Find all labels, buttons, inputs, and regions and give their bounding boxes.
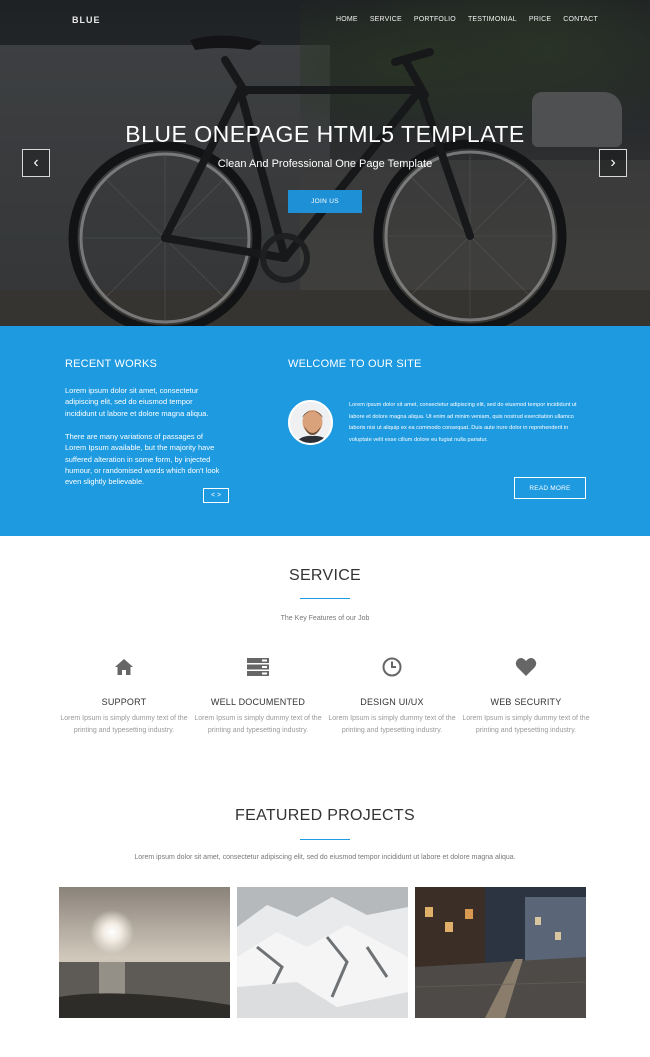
- welcome-text: Lorem ipsum dolor sit amet, consectetur …: [349, 402, 577, 443]
- service-item-documented: WELL DOCUMENTED Lorem Ipsum is simply du…: [193, 656, 323, 736]
- service-title: SERVICE: [288, 567, 362, 584]
- nav-home[interactable]: HOME: [336, 16, 358, 23]
- service-item-text: Lorem Ipsum is simply dummy text of the …: [328, 715, 456, 734]
- read-more-button[interactable]: READ MORE: [514, 477, 586, 499]
- heart-icon: [515, 656, 537, 678]
- service-item-title: SUPPORT: [101, 697, 147, 707]
- project-image-street[interactable]: [415, 887, 586, 1018]
- projects-subtitle: Lorem ipsum dolor sit amet, consectetur …: [134, 854, 516, 861]
- service-subtitle: The Key Features of our Job: [280, 615, 370, 622]
- hero-subtitle: Clean And Professional One Page Template: [217, 158, 433, 170]
- projects-title: FEATURED PROJECTS: [235, 807, 415, 824]
- service-item-title: WEB SECURITY: [490, 697, 562, 707]
- nav-contact[interactable]: CONTACT: [563, 16, 598, 23]
- nav-price[interactable]: PRICE: [529, 16, 551, 23]
- nav-service[interactable]: SERVICE: [370, 16, 402, 23]
- service-item-text: Lorem Ipsum is simply dummy text of the …: [462, 715, 590, 734]
- project-image-mountains[interactable]: [237, 887, 408, 1018]
- server-icon: [247, 656, 269, 678]
- service-item-security: WEB SECURITY Lorem Ipsum is simply dummy…: [461, 656, 591, 736]
- welcome-title: WELCOME TO OUR SITE: [288, 358, 422, 370]
- clock-icon: [381, 656, 403, 678]
- nav-portfolio[interactable]: PORTFOLIO: [414, 16, 456, 23]
- nav-testimonial[interactable]: TESTIMONIAL: [468, 16, 517, 23]
- service-item-title: WELL DOCUMENTED: [210, 697, 306, 707]
- hero-title: BLUE ONEPAGE HTML5 TEMPLATE: [125, 121, 525, 147]
- avatar: [288, 400, 333, 445]
- recent-works-text-1: Lorem ipsum dolor sit amet, consectetur …: [65, 386, 209, 418]
- code-icon: < >: [210, 492, 222, 499]
- recent-works-toggle-button[interactable]: < >: [203, 488, 229, 503]
- service-title-underline: [300, 598, 350, 599]
- hero-banner: BLUE HOME SERVICE PORTFOLIO TESTIMONIAL …: [0, 0, 650, 326]
- slider-prev-button[interactable]: ‹: [22, 149, 50, 177]
- service-item-title: DESIGN UI/UX: [360, 697, 424, 707]
- service-item-design: DESIGN UI/UX Lorem Ipsum is simply dummy…: [327, 656, 457, 736]
- service-item-support: SUPPORT Lorem Ipsum is simply dummy text…: [59, 656, 189, 736]
- service-item-text: Lorem Ipsum is simply dummy text of the …: [194, 715, 322, 734]
- recent-works-title: RECENT WORKS: [65, 358, 158, 370]
- home-icon: [113, 656, 135, 678]
- main-nav: HOME SERVICE PORTFOLIO TESTIMONIAL PRICE…: [336, 16, 610, 23]
- slider-next-button[interactable]: ›: [599, 149, 627, 177]
- site-logo[interactable]: BLUE: [72, 15, 101, 25]
- chevron-right-icon: ›: [610, 154, 616, 171]
- recent-works-text-2: There are many variations of passages of…: [65, 432, 220, 487]
- project-image-sunset[interactable]: [59, 887, 230, 1018]
- join-us-button[interactable]: JOIN US: [288, 190, 362, 213]
- chevron-left-icon: ‹: [33, 154, 39, 171]
- projects-title-underline: [300, 839, 350, 840]
- service-item-text: Lorem Ipsum is simply dummy text of the …: [60, 715, 188, 734]
